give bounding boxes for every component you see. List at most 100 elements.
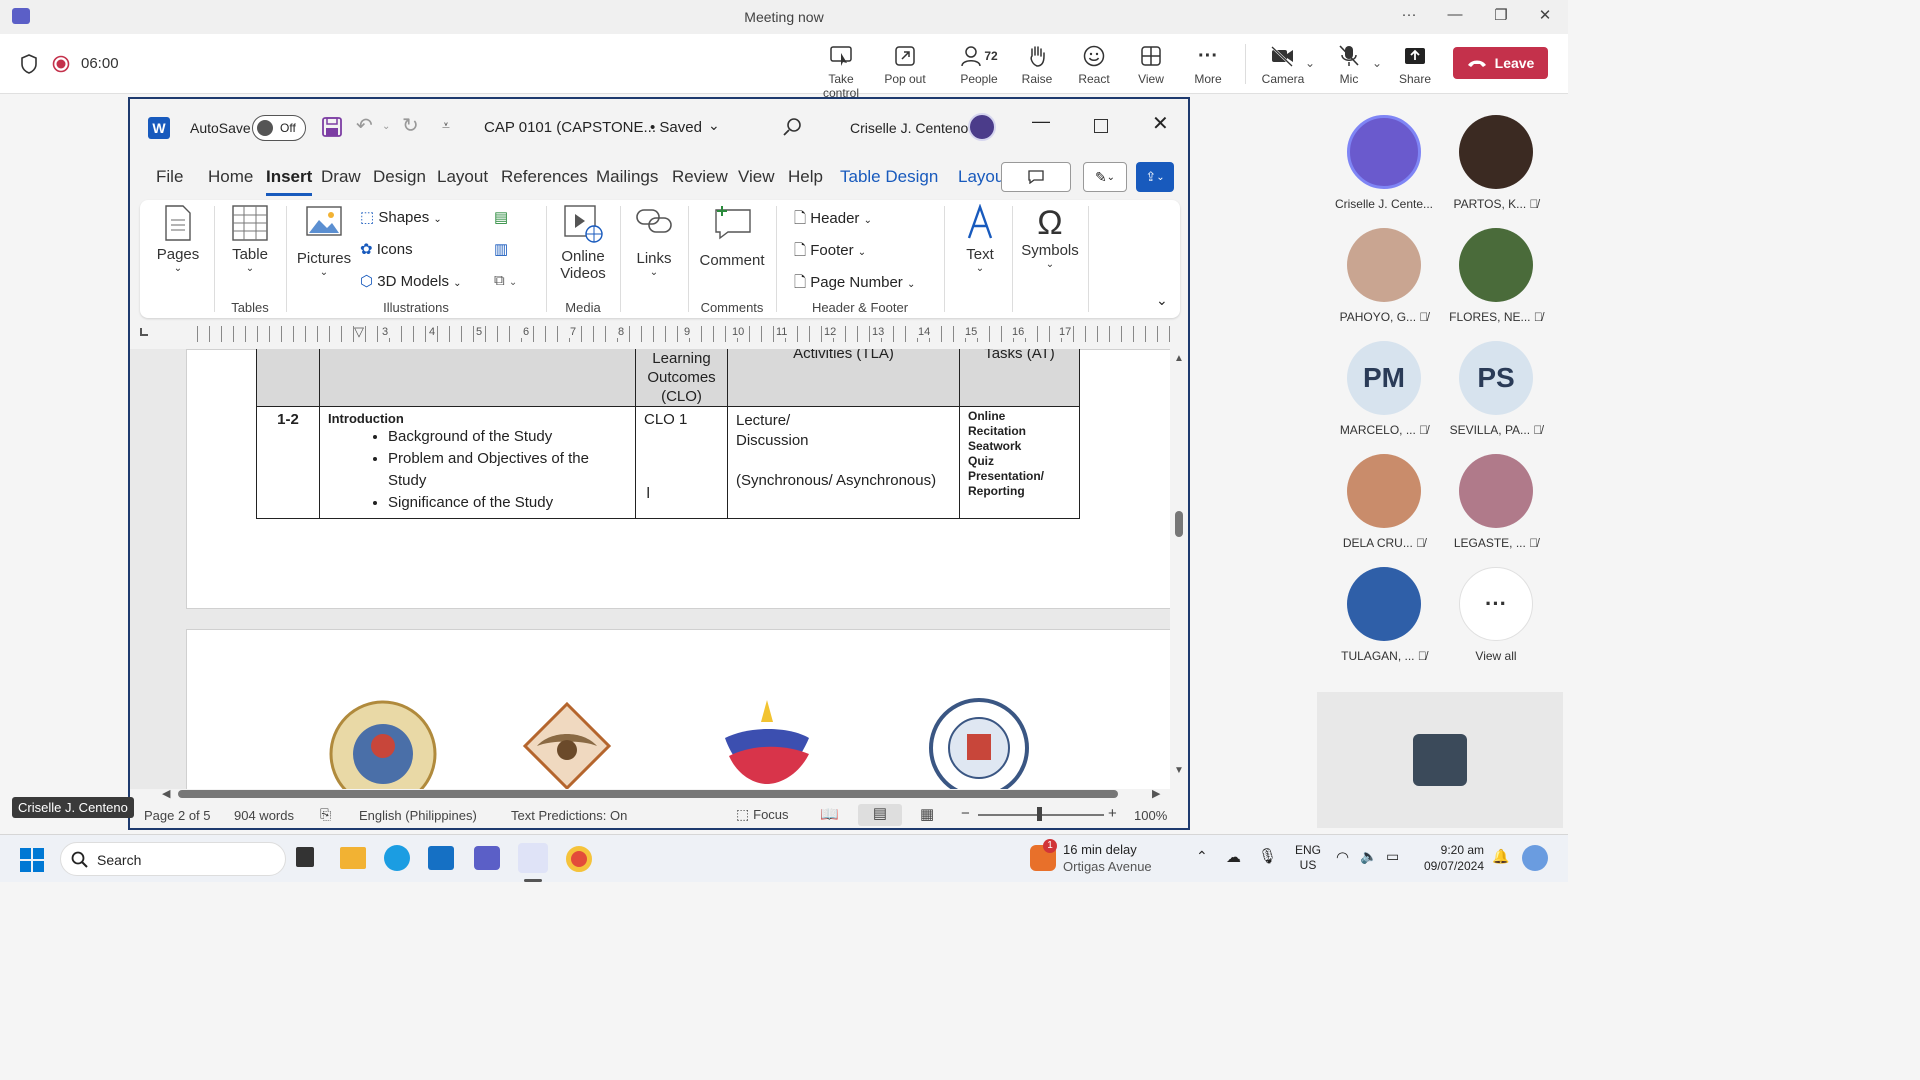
volume-icon[interactable]: 🔈 bbox=[1360, 848, 1377, 865]
tab-selector-icon[interactable] bbox=[140, 328, 148, 336]
tab-draw[interactable]: Draw bbox=[321, 167, 361, 187]
links-button[interactable]: Links ⌄ bbox=[626, 204, 682, 278]
participant-tile[interactable]: Criselle J. Cente... bbox=[1328, 115, 1440, 211]
header-button[interactable]: 🗋 Header ⌄ bbox=[794, 208, 872, 233]
chevron-up-icon[interactable]: ⌃ bbox=[1196, 848, 1208, 865]
react-button[interactable]: React bbox=[1063, 42, 1125, 86]
word-count[interactable]: 904 words bbox=[234, 808, 294, 823]
text-button[interactable]: Text ⌄ bbox=[952, 203, 1008, 274]
print-layout-icon[interactable]: ▤ bbox=[858, 804, 902, 826]
store-icon[interactable] bbox=[428, 846, 454, 870]
onedrive-icon[interactable]: ☁ bbox=[1226, 848, 1241, 866]
tab-design[interactable]: Design bbox=[373, 167, 426, 187]
restore-button[interactable]: ❐ bbox=[1486, 6, 1516, 24]
clock[interactable]: 9:20 am 09/07/2024 bbox=[1418, 842, 1484, 874]
collapse-ribbon-icon[interactable]: ⌄ bbox=[1156, 292, 1168, 309]
participant-tile[interactable]: DELA CRU... 🎙̸ bbox=[1328, 454, 1440, 550]
redo-icon[interactable]: ↻ bbox=[402, 113, 419, 138]
text-predictions-status[interactable]: Text Predictions: On bbox=[511, 808, 627, 823]
scroll-left-icon[interactable]: ◀ bbox=[162, 787, 170, 800]
undo-chevron-icon[interactable]: ⌄ bbox=[382, 121, 390, 132]
language-status[interactable]: English (Philippines) bbox=[359, 808, 477, 823]
take-control-button[interactable]: Take control bbox=[810, 42, 872, 100]
smartart-icon[interactable]: ▤ bbox=[494, 208, 508, 226]
search-icon[interactable] bbox=[782, 117, 802, 137]
web-layout-icon[interactable]: ▦ bbox=[920, 805, 934, 823]
word-minimize-button[interactable]: — bbox=[1032, 111, 1050, 132]
chrome-icon[interactable] bbox=[566, 846, 592, 872]
file-explorer-icon[interactable] bbox=[340, 847, 366, 869]
pages-button[interactable]: Pages ⌄ bbox=[152, 204, 204, 274]
undo-icon[interactable]: ↶ bbox=[356, 113, 373, 138]
vertical-scrollbar[interactable]: ▲ ▼ bbox=[1170, 349, 1188, 779]
scroll-down-icon[interactable]: ▼ bbox=[1174, 765, 1184, 776]
autosave-toggle[interactable]: Off bbox=[252, 115, 306, 141]
camera-chevron-icon[interactable]: ⌄ bbox=[1305, 56, 1315, 70]
teams-new-icon[interactable] bbox=[518, 843, 548, 873]
document-page-3[interactable] bbox=[186, 629, 1170, 789]
pictures-button[interactable]: Pictures ⌄ bbox=[294, 204, 354, 278]
people-button[interactable]: 72 People bbox=[948, 42, 1010, 86]
editing-mode-button[interactable]: ✎ ⌄ bbox=[1083, 162, 1127, 192]
participant-tile[interactable]: PAHOYO, G... 🎙̸ bbox=[1328, 228, 1440, 324]
zoom-slider-thumb[interactable] bbox=[1037, 807, 1042, 821]
taskbar-search[interactable]: Search bbox=[60, 842, 286, 876]
account-name[interactable]: Criselle J. Centeno bbox=[850, 120, 968, 136]
tab-references[interactable]: References bbox=[501, 167, 588, 187]
share-doc-button[interactable]: ⇪ ⌄ bbox=[1136, 162, 1174, 192]
participant-tile[interactable]: TULAGAN, ... 🎙̸ bbox=[1328, 567, 1440, 663]
icons-button[interactable]: ✿ Icons bbox=[360, 240, 413, 258]
indent-marker-icon[interactable]: ▽ bbox=[354, 324, 364, 340]
view-all-button[interactable]: ··· View all bbox=[1440, 567, 1552, 663]
document-title[interactable]: CAP 0101 (CAPSTONE... bbox=[484, 119, 656, 136]
battery-icon[interactable]: ▭ bbox=[1386, 848, 1399, 865]
hscroll-thumb[interactable] bbox=[178, 790, 1118, 798]
comments-button[interactable] bbox=[1001, 162, 1071, 192]
page-number-button[interactable]: 🗋 Page Number ⌄ bbox=[794, 272, 915, 297]
comment-button[interactable]: Comment bbox=[696, 204, 768, 269]
read-mode-icon[interactable]: 📖 bbox=[820, 805, 839, 823]
zoom-out-icon[interactable]: − bbox=[961, 805, 970, 822]
share-button[interactable]: Share bbox=[1384, 42, 1446, 86]
scroll-thumb[interactable] bbox=[1175, 511, 1183, 537]
tab-insert[interactable]: Insert bbox=[266, 167, 313, 196]
more-options-icon[interactable]: ··· bbox=[1394, 6, 1424, 23]
tab-view[interactable]: View bbox=[738, 167, 775, 187]
participant-tile[interactable]: PARTOS, K... 🎙̸ bbox=[1440, 115, 1552, 211]
table-button[interactable]: Table ⌄ bbox=[224, 204, 276, 274]
mic-chevron-icon[interactable]: ⌄ bbox=[1372, 56, 1382, 70]
pop-out-button[interactable]: Pop out bbox=[874, 42, 936, 86]
participant-tile[interactable]: FLORES, NE... 🎙̸ bbox=[1440, 228, 1552, 324]
participant-tile[interactable]: PM MARCELO, ... 🎙̸ bbox=[1328, 341, 1440, 437]
traffic-delay[interactable]: 16 min delay bbox=[1063, 842, 1137, 857]
saved-chevron-icon[interactable]: ⌄ bbox=[708, 117, 720, 134]
horizontal-ruler[interactable]: ▽ 3 4 5 6 7 8 9 10 11 12 13 14 15 16 17 bbox=[130, 324, 1188, 344]
participant-tile[interactable]: PS SEVILLA, PA... 🎙̸ bbox=[1440, 341, 1552, 437]
tab-mailings[interactable]: Mailings bbox=[596, 167, 658, 187]
notifications-icon[interactable]: 🔔 bbox=[1492, 848, 1509, 865]
teams-icon[interactable] bbox=[474, 846, 500, 870]
tab-home[interactable]: Home bbox=[208, 167, 253, 187]
scroll-right-icon[interactable]: ▶ bbox=[1152, 787, 1160, 800]
syllabus-table[interactable]: Learning Outcomes (CLO) Activities (TLA)… bbox=[256, 349, 1080, 519]
horizontal-scrollbar[interactable]: ◀ ▶ bbox=[160, 787, 1170, 801]
save-icon[interactable] bbox=[322, 117, 342, 137]
view-button[interactable]: View bbox=[1120, 42, 1182, 86]
chart-icon[interactable]: ▥ bbox=[494, 240, 508, 258]
zoom-level[interactable]: 100% bbox=[1134, 808, 1167, 823]
tab-layout[interactable]: Layout bbox=[437, 167, 488, 187]
proofing-icon[interactable]: ⎘ bbox=[320, 806, 331, 823]
windows-start-icon[interactable] bbox=[20, 848, 44, 872]
online-videos-button[interactable]: Online Videos bbox=[552, 204, 614, 282]
tab-help[interactable]: Help bbox=[788, 167, 823, 187]
leave-button[interactable]: Leave bbox=[1453, 47, 1548, 79]
close-button[interactable]: ✕ bbox=[1530, 6, 1560, 24]
wifi-icon[interactable]: ◠ bbox=[1336, 848, 1349, 866]
minimize-button[interactable]: — bbox=[1440, 6, 1470, 23]
focus-button[interactable]: ⬚ Focus bbox=[736, 806, 789, 823]
mic-muted-tray-icon[interactable]: 🎙 bbox=[1258, 847, 1277, 865]
edge-icon[interactable] bbox=[384, 845, 410, 871]
copilot-icon[interactable] bbox=[1522, 845, 1548, 871]
account-avatar[interactable] bbox=[968, 113, 996, 141]
self-video-tile[interactable] bbox=[1317, 692, 1563, 828]
